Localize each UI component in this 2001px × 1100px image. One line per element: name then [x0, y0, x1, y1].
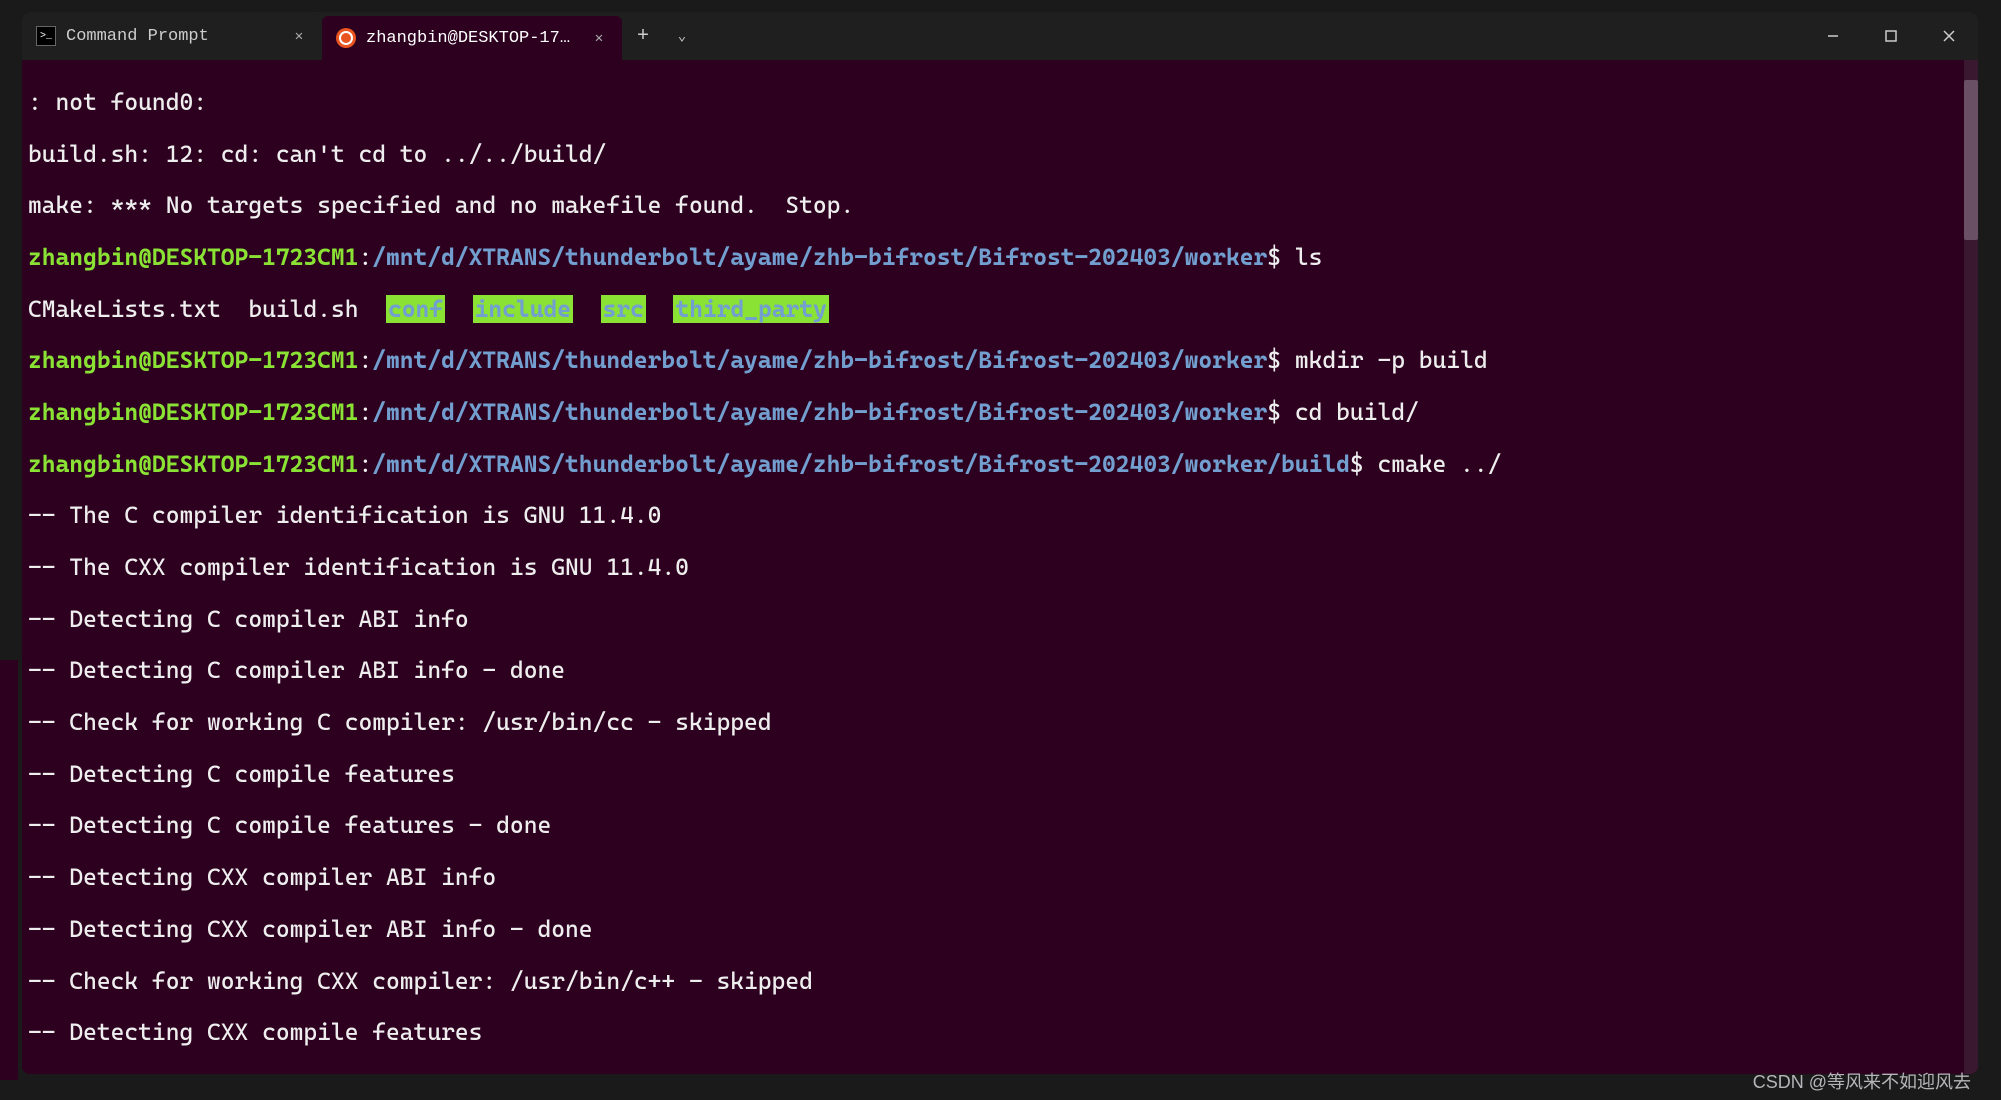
output-line: -- The CXX compiler identification is GN… — [28, 555, 1972, 581]
tab-command-prompt[interactable]: >_ Command Prompt ✕ — [22, 14, 322, 58]
prompt-path: /mnt/d/XTRANS/thunderbolt/ayame/zhb-bifr… — [372, 398, 1267, 426]
maximize-button[interactable] — [1862, 12, 1920, 60]
close-icon[interactable]: ✕ — [290, 27, 308, 45]
output-line: make: *** No targets specified and no ma… — [28, 193, 1972, 219]
command: mkdir -p build — [1295, 346, 1488, 374]
command: cd build/ — [1295, 398, 1419, 426]
prompt-line: zhangbin@DESKTOP-1723CM1:/mnt/d/XTRANS/t… — [28, 245, 1972, 271]
output-line: -- Detecting CXX compiler ABI info — [28, 865, 1972, 891]
output-line: -- Detecting C compiler ABI info - done — [28, 658, 1972, 684]
output-line: -- The C compiler identification is GNU … — [28, 503, 1972, 529]
ls-files: CMakeLists.txt build.sh — [28, 295, 386, 323]
titlebar: >_ Command Prompt ✕ zhangbin@DESKTOP-172… — [22, 12, 1978, 60]
output-line: -- Detecting C compile features - done — [28, 813, 1972, 839]
maximize-icon — [1885, 30, 1897, 42]
output-line: -- Check for working C compiler: /usr/bi… — [28, 710, 1972, 736]
chevron-down-icon: ⌄ — [678, 28, 686, 45]
window-controls — [1804, 12, 1978, 60]
output-line: : not found0: — [28, 90, 1972, 116]
scrollbar[interactable] — [1964, 60, 1978, 1074]
prompt-path: /mnt/d/XTRANS/thunderbolt/ayame/zhb-bifr… — [372, 346, 1267, 374]
command: cmake ../ — [1377, 450, 1501, 478]
output-line: -- Check for working CXX compiler: /usr/… — [28, 969, 1972, 995]
close-icon[interactable]: ✕ — [590, 29, 608, 47]
prompt-user: zhangbin@DESKTOP-1723CM1 — [28, 450, 358, 478]
minimize-icon — [1827, 30, 1839, 42]
output-line: -- Detecting CXX compiler ABI info - don… — [28, 917, 1972, 943]
minimize-button[interactable] — [1804, 12, 1862, 60]
prompt-user: zhangbin@DESKTOP-1723CM1 — [28, 346, 358, 374]
tab-title: Command Prompt — [66, 27, 280, 46]
output-line: -- Detecting C compile features — [28, 762, 1972, 788]
terminal-window: >_ Command Prompt ✕ zhangbin@DESKTOP-172… — [22, 12, 1978, 1074]
output-line: -- Detecting CXX compile features — [28, 1020, 1972, 1046]
prompt-path: /mnt/d/XTRANS/thunderbolt/ayame/zhb-bifr… — [372, 243, 1267, 271]
prompt-line: zhangbin@DESKTOP-1723CM1:/mnt/d/XTRANS/t… — [28, 400, 1972, 426]
ls-dir: third_party — [673, 295, 828, 323]
close-icon — [1943, 30, 1955, 42]
ls-dir: include — [473, 295, 573, 323]
prompt-user: zhangbin@DESKTOP-1723CM1 — [28, 243, 358, 271]
output-line: -- Detecting CXX compile features - done — [28, 1072, 1972, 1074]
scroll-thumb[interactable] — [1964, 80, 1978, 240]
tab-dropdown-button[interactable]: ⌄ — [664, 15, 700, 57]
ubuntu-icon — [336, 28, 356, 48]
watermark: CSDN @等风来不如迎风去 — [1753, 1068, 1971, 1094]
prompt-user: zhangbin@DESKTOP-1723CM1 — [28, 398, 358, 426]
tab-title: zhangbin@DESKTOP-1723CM — [366, 29, 580, 48]
cmd-icon: >_ — [36, 26, 56, 46]
command: ls — [1295, 243, 1323, 271]
output-line: build.sh: 12: cd: can't cd to ../../buil… — [28, 142, 1972, 168]
prompt-line: zhangbin@DESKTOP-1723CM1:/mnt/d/XTRANS/t… — [28, 348, 1972, 374]
tab-bar: >_ Command Prompt ✕ zhangbin@DESKTOP-172… — [22, 12, 700, 60]
output-line: -- Detecting C compiler ABI info — [28, 607, 1972, 633]
close-window-button[interactable] — [1920, 12, 1978, 60]
background-editor-strip — [0, 660, 18, 1080]
prompt-line: zhangbin@DESKTOP-1723CM1:/mnt/d/XTRANS/t… — [28, 452, 1972, 478]
ls-dir: src — [601, 295, 646, 323]
terminal-output[interactable]: : not found0: build.sh: 12: cd: can't cd… — [22, 60, 1978, 1074]
new-tab-button[interactable]: + — [622, 15, 664, 57]
ls-dir: conf — [386, 295, 445, 323]
prompt-path: /mnt/d/XTRANS/thunderbolt/ayame/zhb-bifr… — [372, 450, 1350, 478]
ls-output: CMakeLists.txt build.sh conf include src… — [28, 297, 1972, 323]
tab-ubuntu[interactable]: zhangbin@DESKTOP-1723CM ✕ — [322, 16, 622, 60]
